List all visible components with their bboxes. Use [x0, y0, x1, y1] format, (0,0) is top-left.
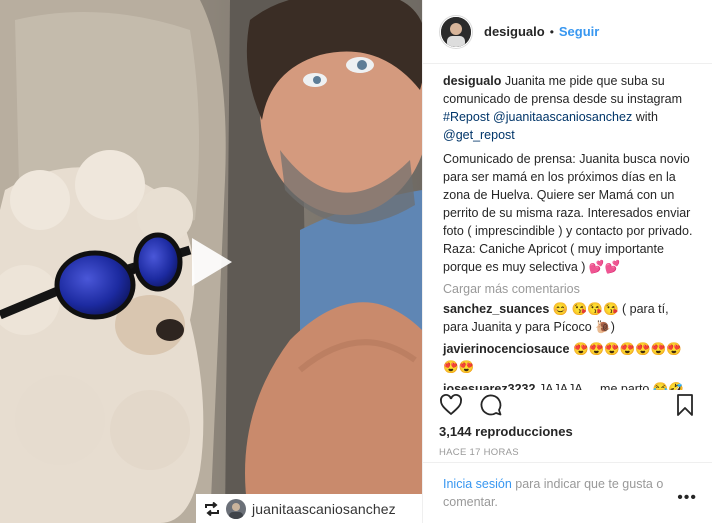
bookmark-icon[interactable]: [673, 393, 697, 417]
post-side-panel: desigualo • Seguir desigualo Juanita me …: [422, 0, 712, 523]
caption-with: with: [635, 110, 658, 124]
repost-username: juanitaascaniosanchez: [252, 500, 396, 517]
hashtag-link[interactable]: #Repost: [443, 110, 490, 124]
repost-icon: [205, 501, 219, 516]
caption: desigualo Juanita me pide que suba su co…: [443, 72, 697, 144]
comment-username[interactable]: javierinocenciosauce: [443, 342, 569, 356]
avatar[interactable]: [439, 14, 473, 49]
post-timestamp[interactable]: HACE 17 HORAS: [439, 447, 697, 458]
view-count[interactable]: 3,144 reproducciones: [439, 424, 697, 439]
action-icons: [439, 390, 697, 420]
comment-icon[interactable]: [479, 393, 503, 417]
play-icon[interactable]: [180, 232, 240, 292]
comments-list: desigualo Juanita me pide que suba su co…: [423, 64, 712, 390]
header-separator: •: [549, 24, 554, 39]
repost-avatar: [226, 498, 246, 519]
caption-username[interactable]: desigualo: [443, 74, 501, 88]
video-player[interactable]: juanitaascaniosanchez: [0, 0, 422, 523]
comment-item: josesuarez3232 JAJAJA.... me parto.😂🤣: [443, 380, 697, 390]
comment-item: sanchez_suances 😊 😘😘😘 ( para tí, para Ju…: [443, 300, 697, 336]
login-link[interactable]: Inicia sesión: [443, 477, 512, 491]
load-more-comments[interactable]: Cargar más comentarios: [443, 282, 697, 296]
login-prompt: Inicia sesión para indicar que te gusta …: [423, 462, 712, 523]
comment-item: javierinocenciosauce 😍😍😍😍😍😍😍😍😍: [443, 340, 697, 376]
heart-icon[interactable]: [439, 393, 463, 417]
comment-username[interactable]: sanchez_suances: [443, 302, 549, 316]
caption-text-2: Comunicado de prensa: Juanita busca novi…: [443, 152, 693, 274]
more-options-icon[interactable]: •••: [677, 489, 697, 507]
action-bar: 3,144 reproducciones HACE 17 HORAS: [423, 390, 712, 458]
comment-username[interactable]: josesuarez3232: [443, 382, 535, 390]
post-header: desigualo • Seguir: [423, 0, 712, 64]
repost-watermark: juanitaascaniosanchez: [196, 494, 422, 523]
header-username[interactable]: desigualo: [484, 24, 545, 39]
instagram-post: juanitaascaniosanchez desigualo • Seguir…: [0, 0, 712, 523]
mention-link-1[interactable]: @juanitaascaniosanchez: [493, 110, 632, 124]
mention-link-2[interactable]: @get_repost: [443, 128, 515, 142]
follow-button[interactable]: Seguir: [559, 24, 599, 39]
comment-text: JAJAJA.... me parto.😂🤣: [538, 382, 684, 390]
